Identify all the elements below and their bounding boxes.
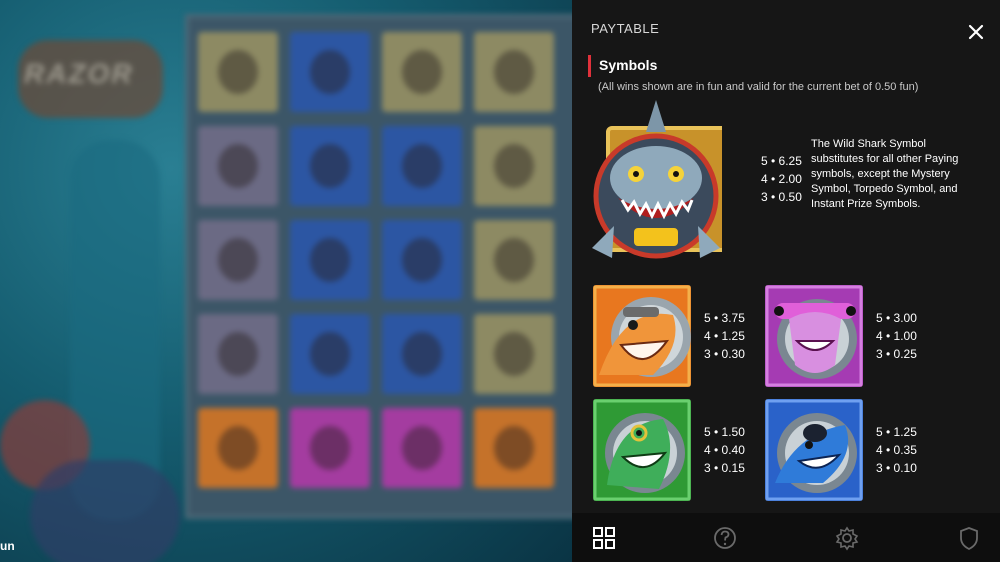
payout-row: 3 • 0.30 (704, 347, 745, 361)
payout-row: 3 • 0.50 (761, 190, 802, 204)
help-icon[interactable] (710, 523, 740, 553)
wild-description: The Wild Shark Symbol substitutes for al… (811, 138, 959, 210)
responsible-gaming-shield-icon[interactable] (954, 523, 984, 553)
reel-cell (198, 126, 278, 206)
payout-row: 4 • 1.25 (704, 329, 745, 343)
reel-cell (290, 32, 370, 112)
reel-cell (198, 408, 278, 488)
reel-cell (382, 126, 462, 206)
payout-row: 5 • 1.50 (704, 425, 745, 439)
section-title: Symbols (599, 57, 658, 73)
paytable-panel: PAYTABLE Symbols (All wins shown are in … (572, 0, 1000, 562)
reel-cell (198, 220, 278, 300)
payout-row: 5 • 3.75 (704, 311, 745, 325)
reel-cell (474, 220, 554, 300)
payout-row: 4 • 0.35 (876, 443, 917, 457)
reel-cell (198, 314, 278, 394)
panel-title: PAYTABLE (591, 21, 660, 36)
payout-row: 5 • 6.25 (761, 154, 802, 168)
orange-shark-icon (593, 285, 691, 387)
green-shark-icon (593, 399, 691, 501)
reel-cell (290, 408, 370, 488)
pink-hammerhead-payouts: 5 • 3.00 4 • 1.00 3 • 0.25 (876, 309, 917, 363)
game-background: RAZOR un (0, 0, 572, 562)
blue-shark-payouts: 5 • 1.25 4 • 0.35 3 • 0.10 (876, 423, 917, 477)
balance-label: un (0, 539, 15, 553)
reel-cell (382, 314, 462, 394)
bet-note: (All wins shown are in fun and valid for… (598, 81, 919, 93)
reel-cell (474, 126, 554, 206)
reel-cell (290, 220, 370, 300)
reel-cell (382, 408, 462, 488)
blue-shark-icon (765, 399, 863, 501)
pink-hammerhead-icon (765, 285, 863, 387)
reel-cell (290, 314, 370, 394)
reel-cell (474, 314, 554, 394)
payout-row: 4 • 0.40 (704, 443, 745, 457)
payout-row: 4 • 2.00 (761, 172, 802, 186)
reel-cell (382, 220, 462, 300)
close-icon[interactable] (966, 22, 986, 42)
wild-payouts: 5 • 6.25 4 • 2.00 3 • 0.50 (761, 152, 802, 206)
wild-shark-icon (590, 98, 722, 266)
payout-row: 5 • 3.00 (876, 311, 917, 325)
reel-cell (474, 32, 554, 112)
payout-row: 3 • 0.15 (704, 461, 745, 475)
settings-icon[interactable] (832, 523, 862, 553)
paytable-grid-icon[interactable] (589, 523, 619, 553)
payout-row: 4 • 1.00 (876, 329, 917, 343)
coral-decoration (30, 460, 180, 562)
reel-cell (198, 32, 278, 112)
section-accent-bar (588, 55, 591, 77)
payout-row: 5 • 1.25 (876, 425, 917, 439)
reel-cell (474, 408, 554, 488)
game-logo-text: RAZOR (24, 58, 134, 89)
green-shark-payouts: 5 • 1.50 4 • 0.40 3 • 0.15 (704, 423, 745, 477)
reel-cell (382, 32, 462, 112)
payout-row: 3 • 0.25 (876, 347, 917, 361)
bottom-nav-bar (572, 513, 1000, 562)
payout-row: 3 • 0.10 (876, 461, 917, 475)
orange-shark-payouts: 5 • 3.75 4 • 1.25 3 • 0.30 (704, 309, 745, 363)
reel-cell (290, 126, 370, 206)
